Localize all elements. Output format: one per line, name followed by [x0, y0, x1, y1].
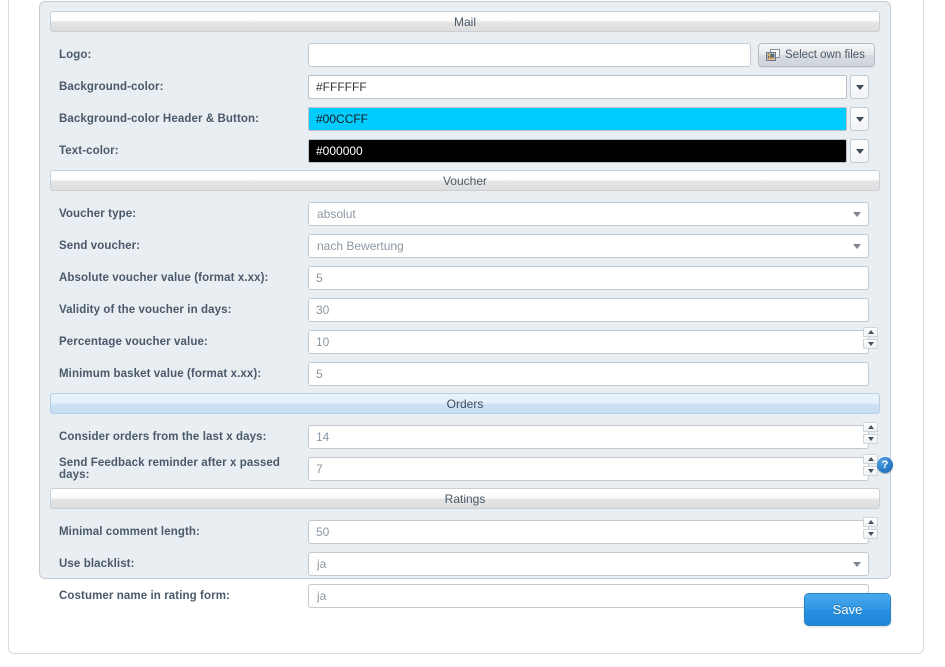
minimum-basket-value-input[interactable] — [308, 362, 869, 386]
send-voucher-value: nach Bewertung — [317, 239, 404, 253]
field-logo: Select own files — [308, 39, 880, 71]
field-absolute-voucher-value — [308, 262, 880, 294]
percentage-voucher-value-input[interactable] — [308, 330, 869, 354]
form-row-minimal-comment-length: Minimal comment length: — [48, 516, 882, 548]
voucher-type-value: absolut — [317, 207, 356, 221]
field-use-blacklist: ja — [308, 548, 880, 580]
feedback-reminder-stepper[interactable] — [863, 454, 878, 476]
color-picker-text-color — [308, 139, 869, 163]
form-row-consider-orders: Consider orders from the last x days: — [48, 421, 882, 453]
form-row-voucher-type: Voucher type: absolut — [48, 198, 882, 230]
label-minimum-basket-value: Minimum basket value (format x.xx): — [59, 368, 262, 380]
chevron-down-icon — [853, 244, 861, 249]
consider-orders-input[interactable] — [308, 425, 869, 449]
field-background-color — [308, 71, 880, 103]
field-validity-days — [308, 294, 880, 326]
form-row-feedback-reminder: Send Feedback reminder after x passed da… — [48, 453, 893, 485]
image-picker-icon — [766, 48, 780, 61]
page-frame: Mail Logo: Select own files Background-c… — [8, 0, 924, 654]
voucher-type-select[interactable]: absolut — [308, 202, 869, 226]
minimal-comment-length-stepper[interactable] — [863, 517, 878, 539]
section-header-voucher-label: Voucher — [442, 174, 488, 188]
stepper-down-icon[interactable] — [863, 529, 878, 539]
text-color-input[interactable] — [308, 139, 847, 163]
section-header-mail[interactable]: Mail — [50, 11, 880, 32]
form-row-use-blacklist: Use blacklist: ja — [48, 548, 882, 580]
label-validity-days: Validity of the voucher in days: — [59, 304, 232, 316]
form-row-minimum-basket-value: Minimum basket value (format x.xx): — [48, 358, 882, 390]
stepper-up-icon[interactable] — [863, 422, 878, 432]
logo-input[interactable] — [308, 43, 751, 67]
background-color-dropdown-button[interactable] — [850, 75, 869, 99]
label-percentage-voucher-value: Percentage voucher value: — [59, 336, 208, 348]
form-row-validity-days: Validity of the voucher in days: — [48, 294, 882, 326]
background-color-input[interactable] — [308, 75, 847, 99]
select-own-files-label: Select own files — [785, 49, 865, 61]
label-background-color-header-button: Background-color Header & Button: — [59, 113, 260, 125]
background-color-header-button-dropdown-button[interactable] — [850, 107, 869, 131]
footer-actions: Save — [39, 593, 891, 633]
use-blacklist-select[interactable]: ja — [308, 552, 869, 576]
chevron-down-icon — [855, 148, 864, 154]
section-header-orders-label: Orders — [446, 397, 484, 411]
label-minimal-comment-length: Minimal comment length: — [59, 526, 200, 538]
field-minimum-basket-value — [308, 358, 880, 390]
save-button[interactable]: Save — [804, 593, 891, 626]
label-logo: Logo: — [59, 49, 92, 61]
stepper-down-icon[interactable] — [863, 466, 878, 476]
label-background-color: Background-color: — [59, 81, 164, 93]
field-consider-orders — [308, 421, 880, 453]
minimal-comment-length-input[interactable] — [308, 520, 869, 544]
label-feedback-reminder: Send Feedback reminder after x passed da… — [59, 457, 281, 481]
form-row-background-color-header-button: Background-color Header & Button: — [48, 103, 882, 135]
stepper-up-icon[interactable] — [863, 327, 878, 337]
field-percentage-voucher-value — [308, 326, 880, 358]
select-own-files-button[interactable]: Select own files — [758, 43, 875, 67]
section-header-voucher[interactable]: Voucher — [50, 170, 880, 191]
section-header-ratings-label: Ratings — [444, 492, 486, 506]
chevron-down-icon — [855, 84, 864, 90]
label-absolute-voucher-value: Absolute voucher value (format x.xx): — [59, 272, 269, 284]
chevron-down-icon — [853, 212, 861, 217]
form-row-logo: Logo: Select own files — [48, 39, 882, 71]
label-text-color: Text-color: — [59, 145, 119, 157]
form-row-send-voucher: Send voucher: nach Bewertung — [48, 230, 882, 262]
stepper-up-icon[interactable] — [863, 517, 878, 527]
section-header-orders[interactable]: Orders — [50, 393, 880, 414]
section-header-ratings[interactable]: Ratings — [50, 488, 880, 509]
label-send-voucher: Send voucher: — [59, 240, 141, 252]
color-picker-background-color — [308, 75, 869, 99]
chevron-down-icon — [853, 562, 861, 567]
stepper-down-icon[interactable] — [863, 339, 878, 349]
percentage-voucher-value-stepper[interactable] — [863, 327, 878, 349]
chevron-down-icon — [855, 116, 864, 122]
consider-orders-stepper[interactable] — [863, 422, 878, 444]
form-row-text-color: Text-color: — [48, 135, 882, 167]
absolute-voucher-value-input[interactable] — [308, 266, 869, 290]
feedback-reminder-input[interactable] — [308, 457, 869, 481]
form-row-percentage-voucher-value: Percentage voucher value: — [48, 326, 882, 358]
stepper-down-icon[interactable] — [863, 434, 878, 444]
color-picker-header-button — [308, 107, 869, 131]
field-send-voucher: nach Bewertung — [308, 230, 880, 262]
label-voucher-type: Voucher type: — [59, 208, 137, 220]
section-header-mail-label: Mail — [453, 15, 476, 29]
field-background-color-header-button — [308, 103, 880, 135]
use-blacklist-value: ja — [317, 557, 327, 571]
label-consider-orders: Consider orders from the last x days: — [59, 431, 267, 443]
background-color-header-button-input[interactable] — [308, 107, 847, 131]
form-row-absolute-voucher-value: Absolute voucher value (format x.xx): — [48, 262, 882, 294]
field-voucher-type: absolut — [308, 198, 880, 230]
validity-days-input[interactable] — [308, 298, 869, 322]
stepper-up-icon[interactable] — [863, 454, 878, 464]
field-minimal-comment-length — [308, 516, 880, 548]
help-icon[interactable]: ? — [877, 457, 893, 473]
label-use-blacklist: Use blacklist: — [59, 558, 135, 570]
send-voucher-select[interactable]: nach Bewertung — [308, 234, 869, 258]
field-text-color — [308, 135, 880, 167]
text-color-dropdown-button[interactable] — [850, 139, 869, 163]
form-row-background-color: Background-color: — [48, 71, 882, 103]
field-feedback-reminder: ? — [308, 453, 893, 485]
settings-panel: Mail Logo: Select own files Background-c… — [39, 1, 893, 608]
